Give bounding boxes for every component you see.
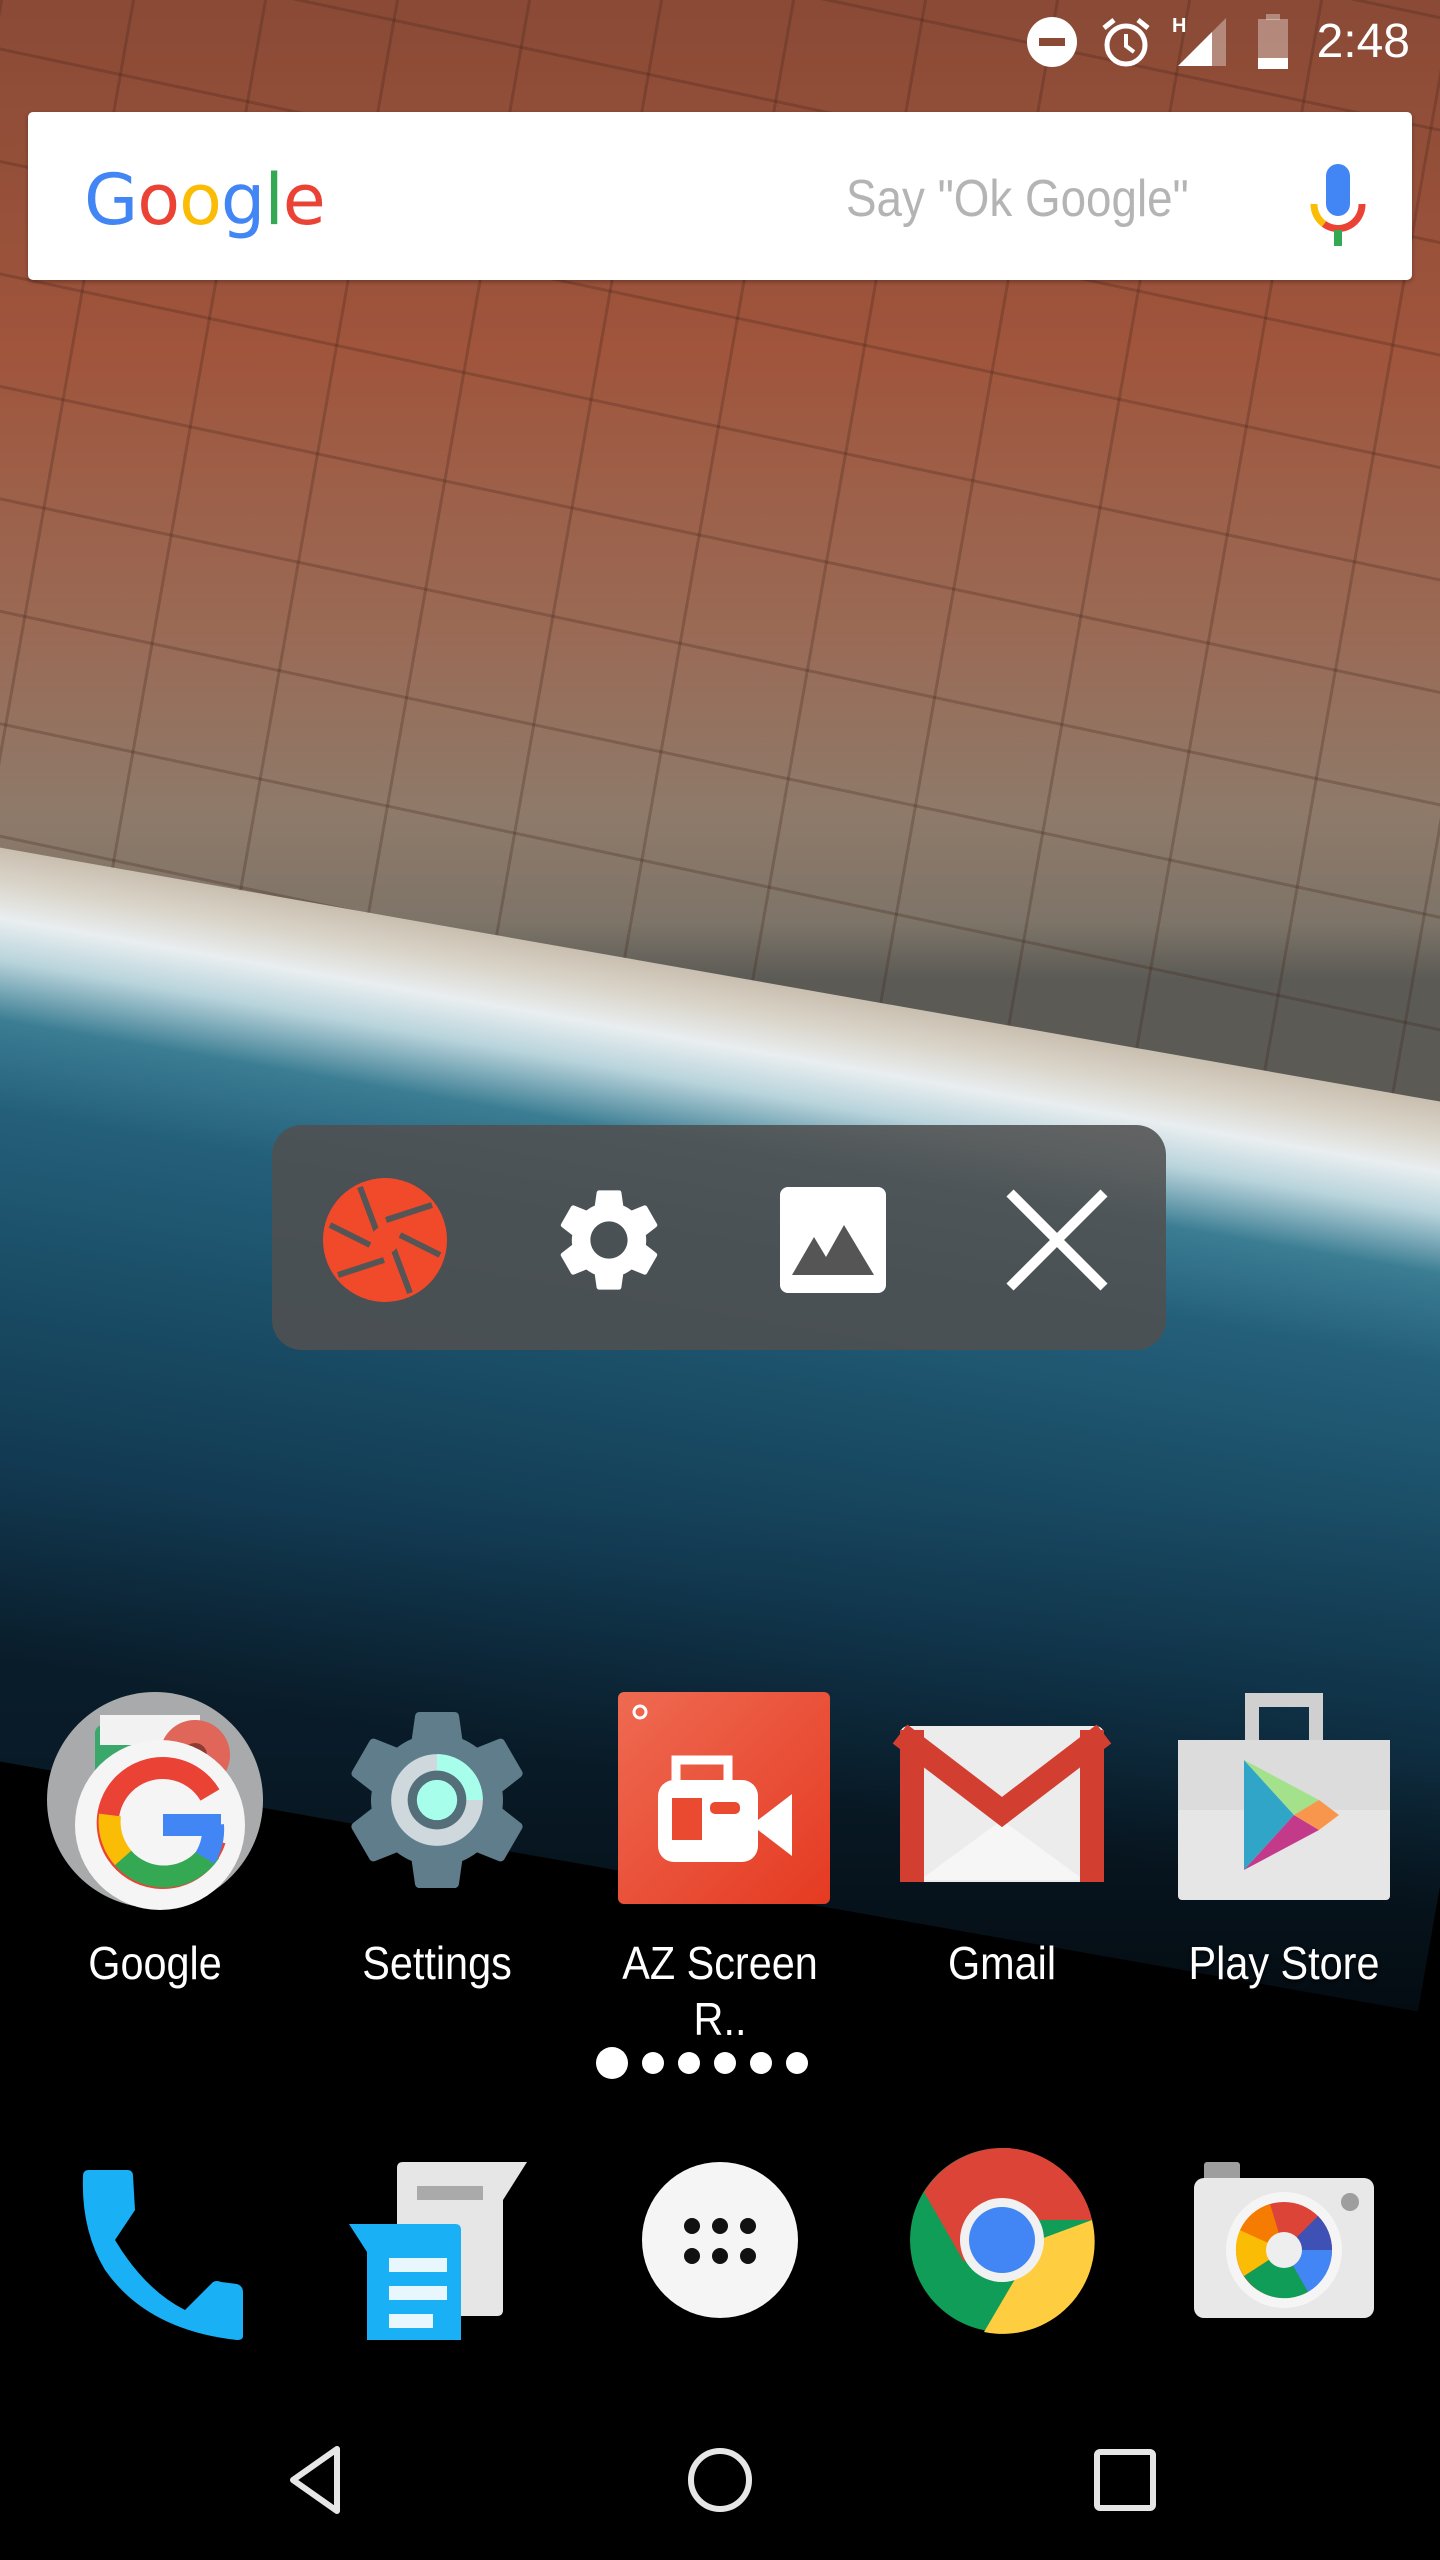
app-label: Play Store — [1188, 1937, 1380, 1989]
gmail-app-icon — [892, 1690, 1112, 1910]
search-hint: Say "Ok Google" — [846, 170, 1189, 228]
logo-letter: e — [282, 159, 326, 241]
logo-letter: G — [84, 159, 138, 241]
page-dot[interactable] — [750, 2052, 772, 2074]
page-indicator — [596, 2046, 808, 2080]
navigation-bar — [0, 2400, 1440, 2560]
settings-app-icon — [327, 1690, 547, 1910]
back-icon — [290, 2446, 340, 2514]
app-drawer-icon — [642, 2162, 798, 2318]
svg-text:H: H — [1172, 15, 1186, 37]
microphone-icon[interactable] — [1308, 162, 1368, 252]
app-label: Settings — [362, 1937, 512, 1989]
image-icon — [780, 1187, 886, 1293]
logo-letter: o — [137, 159, 180, 241]
play-store-app-icon — [1174, 1690, 1394, 1910]
google-logo: Google — [84, 159, 326, 241]
signal-icon: H — [1172, 14, 1232, 70]
back-button[interactable] — [255, 2430, 375, 2530]
close-icon — [1006, 1189, 1108, 1291]
logo-letter: o — [179, 159, 222, 241]
app-label: Google — [88, 1937, 222, 1989]
page-dot[interactable] — [714, 2052, 736, 2074]
google-app-icon — [45, 1690, 265, 1910]
dock-phone[interactable] — [55, 2140, 255, 2340]
dock-chrome[interactable] — [902, 2140, 1102, 2340]
alarm-icon — [1100, 14, 1152, 70]
gallery-button[interactable] — [768, 1175, 898, 1305]
do-not-disturb-icon — [1026, 14, 1078, 70]
phone-icon — [82, 2170, 243, 2340]
app-label: AZ Screen R.. — [622, 1937, 818, 2045]
home-button[interactable] — [660, 2430, 780, 2530]
home-icon — [688, 2448, 752, 2512]
gear-icon — [560, 1190, 658, 1290]
close-toolbar-button[interactable] — [992, 1175, 1122, 1305]
recents-icon — [1094, 2449, 1156, 2511]
az-recorder-app-icon — [610, 1690, 830, 1910]
dock-all-apps[interactable] — [620, 2140, 820, 2340]
dock-camera[interactable] — [1184, 2140, 1384, 2340]
app-play-store[interactable]: Play Store — [1144, 1690, 1424, 2010]
chrome-icon — [910, 2147, 1095, 2334]
toolbar-settings-button[interactable] — [544, 1175, 674, 1305]
app-google[interactable]: Google — [15, 1690, 295, 2010]
google-search-bar[interactable]: Google Say "Ok Google" — [28, 112, 1412, 280]
logo-letter: g — [220, 159, 265, 241]
page-dot[interactable] — [678, 2052, 700, 2074]
battery-icon — [1256, 14, 1290, 70]
app-az-screen-recorder[interactable]: AZ Screen R.. — [580, 1690, 860, 2045]
clock: 2:48 — [1316, 15, 1410, 68]
messages-icon — [349, 2162, 527, 2356]
capture-button[interactable] — [320, 1175, 450, 1305]
dock-messages[interactable] — [337, 2140, 537, 2356]
recents-button[interactable] — [1065, 2430, 1185, 2530]
logo-letter: l — [264, 159, 283, 241]
app-gmail[interactable]: Gmail — [862, 1690, 1142, 2010]
status-bar: H 2:48 — [0, 0, 1440, 84]
page-dot[interactable] — [642, 2052, 664, 2074]
app-settings[interactable]: Settings — [297, 1690, 577, 2010]
page-dot-active[interactable] — [596, 2047, 628, 2079]
app-label: Gmail — [947, 1937, 1057, 1989]
camera-icon — [1194, 2162, 1374, 2318]
shutter-icon — [323, 1178, 447, 1302]
page-dot[interactable] — [786, 2052, 808, 2074]
screen-recorder-toolbar — [272, 1125, 1166, 1350]
